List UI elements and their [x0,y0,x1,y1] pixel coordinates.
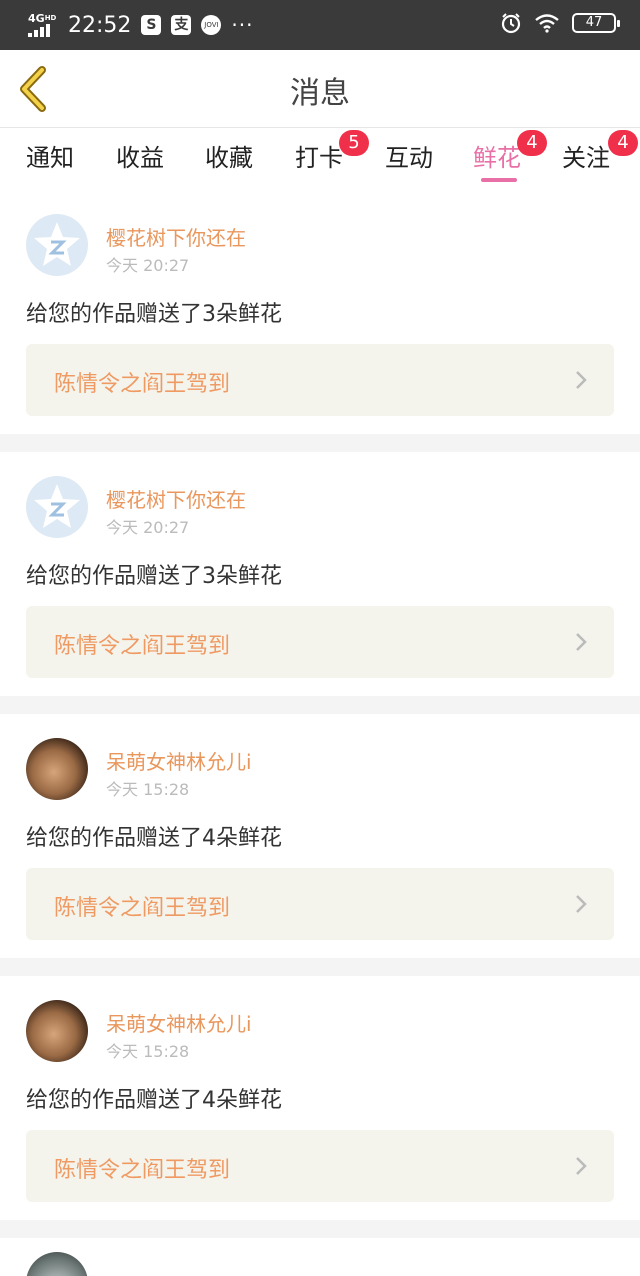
battery-icon: 47 [572,13,620,33]
tab-label: 收益 [116,144,164,172]
tab-interaction[interactable]: 互动 [385,138,433,184]
tab-favorites[interactable]: 收藏 [205,138,253,184]
default-avatar-icon [34,222,80,266]
gift-message: 给您的作品赠送了3朵鲜花 [26,564,282,589]
tab-label: 收藏 [205,144,253,172]
list-item: 樱花树下你还在 今天 20:27 给您的作品赠送了3朵鲜花 陈情令之阎王驾到 [0,452,640,696]
alarm-icon [501,13,521,34]
gift-message: 给您的作品赠送了3朵鲜花 [26,302,282,327]
list-item: 樱花树下你还在 今天 20:27 给您的作品赠送了3朵鲜花 陈情令之阎王驾到 [0,190,640,434]
work-title: 陈情令之阎王驾到 [54,372,231,397]
timestamp: 今天 20:27 [106,256,190,275]
active-tab-indicator [481,178,517,182]
unread-badge: 4 [517,130,547,156]
work-link[interactable]: 陈情令之阎王驾到 [26,1130,614,1202]
tab-notifications[interactable]: 通知 [26,138,74,184]
chevron-right-icon [576,1157,587,1175]
timestamp: 今天 15:28 [106,780,190,799]
timestamp: 今天 20:27 [106,518,190,537]
username[interactable]: 呆萌女神林允儿i [106,746,252,775]
list-item: 呆萌女神林允儿i 今天 15:28 给您的作品赠送了4朵鲜花 陈情令之阎王驾到 [0,976,640,1220]
username[interactable]: 樱花树下你还在 [106,222,246,251]
page-title: 消息 [290,76,350,111]
avatar[interactable] [26,1000,88,1062]
chevron-right-icon [576,371,587,389]
work-link[interactable]: 陈情令之阎王驾到 [26,344,614,416]
nav-bar: 消息 [0,50,640,128]
tab-label: 鲜花 [473,144,521,172]
tab-following[interactable]: 关注 4 [562,130,638,184]
gift-message: 给您的作品赠送了4朵鲜花 [26,826,282,851]
unread-badge: 5 [339,130,369,156]
tab-label: 打卡 [295,144,343,172]
gift-message: 给您的作品赠送了4朵鲜花 [26,1088,282,1113]
chevron-right-icon [576,633,587,651]
signal-icon: 4GHD [28,13,58,37]
list-item-partial [0,1238,640,1276]
tab-flowers[interactable]: 鲜花 4 [473,130,547,184]
list-item: 呆萌女神林允儿i 今天 15:28 给您的作品赠送了4朵鲜花 陈情令之阎王驾到 [0,714,640,958]
work-title: 陈情令之阎王驾到 [54,896,231,921]
tab-label: 通知 [26,144,74,172]
tab-earnings[interactable]: 收益 [116,138,164,184]
network-hd: HD [44,14,57,22]
avatar[interactable] [26,214,88,276]
alipay-icon: 支 [171,15,192,35]
work-title: 陈情令之阎王驾到 [54,1158,231,1183]
avatar[interactable] [26,1252,88,1276]
jovi-icon: JOVI [201,15,222,35]
default-avatar-icon [34,484,80,528]
clock: 22:52 [68,12,132,38]
username[interactable]: 樱花树下你还在 [106,484,246,513]
wifi-icon [535,14,559,33]
tab-label: 互动 [385,144,433,172]
work-link[interactable]: 陈情令之阎王驾到 [26,606,614,678]
tab-label: 关注 [562,144,610,172]
divider [0,434,640,452]
divider [0,1220,640,1238]
avatar[interactable] [26,476,88,538]
app-notification-icon: S [141,15,162,35]
unread-badge: 4 [608,130,638,156]
chevron-right-icon [576,895,587,913]
divider [0,958,640,976]
divider [0,696,640,714]
work-link[interactable]: 陈情令之阎王驾到 [26,868,614,940]
tab-checkin[interactable]: 打卡 5 [295,130,369,184]
username[interactable]: 呆萌女神林允儿i [106,1008,252,1037]
tab-bar: 通知 收益 收藏 打卡 5 互动 鲜花 4 关注 4 [0,128,640,190]
avatar[interactable] [26,738,88,800]
work-title: 陈情令之阎王驾到 [54,634,231,659]
timestamp: 今天 15:28 [106,1042,190,1061]
status-bar: 4GHD 22:52 S 支 JOVI ··· 47 [0,0,640,50]
more-notifications-icon: ··· [231,13,254,37]
